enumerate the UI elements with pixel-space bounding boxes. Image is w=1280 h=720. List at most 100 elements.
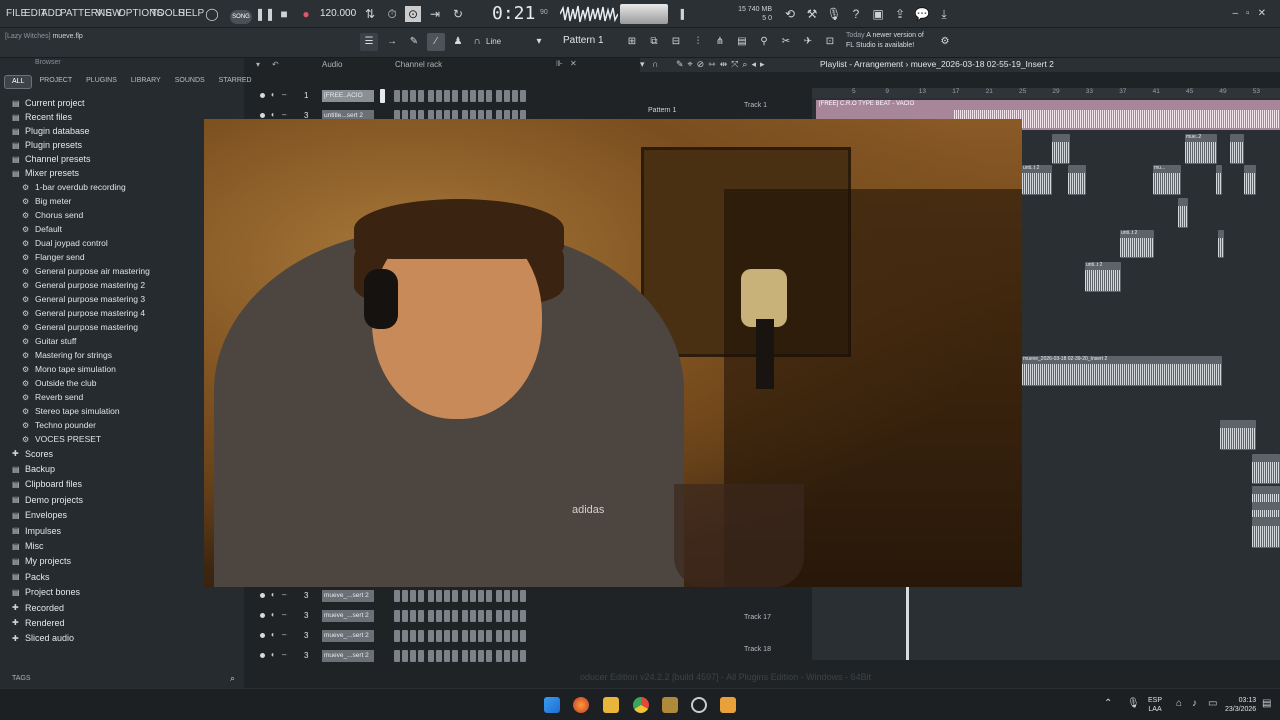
tab-library[interactable]: LIBRARY (124, 75, 168, 89)
timeline-ruler[interactable]: 5 9 13 17 21 25 29 33 37 41 45 49 53 (812, 88, 1280, 98)
step-button[interactable] (486, 90, 492, 102)
step-button[interactable] (496, 650, 502, 662)
step-button[interactable] (470, 90, 476, 102)
step-button[interactable] (496, 610, 502, 622)
audio-clip[interactable]: muе..2 (1185, 134, 1217, 164)
step-button[interactable] (402, 590, 408, 602)
audio-clip[interactable]: unti..t 2 (1022, 165, 1052, 195)
channel-vol-knob[interactable]: – (282, 630, 286, 639)
channel-row[interactable]: ◖ – 1 [FREE..ACIO (256, 89, 576, 103)
arrow-down-icon[interactable]: ▾ (640, 59, 645, 70)
track-17-label[interactable]: Track 17 (744, 614, 771, 621)
audio-clip[interactable] (1216, 165, 1222, 195)
channel-pan-knob[interactable]: ◖ (270, 630, 275, 639)
browser-folder[interactable]: ✚ Rendered (0, 615, 244, 630)
tab-plugins[interactable]: PLUGINS (79, 75, 124, 89)
export-icon[interactable]: ⇪ (892, 6, 908, 22)
step-button[interactable] (444, 590, 450, 602)
notification-icon[interactable]: ▤ (1262, 698, 1271, 709)
song-mode-toggle[interactable]: SONG (230, 10, 252, 24)
step-button[interactable] (496, 590, 502, 602)
channel-name-button[interactable]: mueve_...sert 2 (322, 590, 374, 602)
step-button[interactable] (418, 610, 424, 622)
channel-led[interactable] (260, 633, 265, 638)
step-button[interactable] (478, 650, 484, 662)
step-button[interactable] (428, 650, 434, 662)
step-button[interactable] (470, 610, 476, 622)
step-button[interactable] (478, 90, 484, 102)
step-button[interactable] (486, 590, 492, 602)
file-explorer-icon[interactable] (603, 697, 619, 713)
stamp-icon[interactable]: ♟ (449, 33, 467, 51)
step-button[interactable] (428, 590, 434, 602)
channel-number[interactable]: 3 (304, 611, 308, 620)
audio-clip[interactable] (1068, 165, 1086, 195)
step-button[interactable] (520, 650, 526, 662)
step-button[interactable] (452, 610, 458, 622)
step-button[interactable] (452, 90, 458, 102)
audio-clip[interactable] (1220, 420, 1256, 450)
channel-pan-knob[interactable]: ◖ (270, 650, 275, 659)
playlist-tools[interactable]: ✎⌖⊘⇿⇹⤧⌕◂▸ (676, 59, 769, 70)
track-1-label[interactable]: Track 1 (744, 102, 767, 109)
arrow-down-icon[interactable]: ▾ (256, 60, 260, 69)
pattern-song-icon[interactable]: ⇅ (362, 6, 378, 22)
audio-clip[interactable] (1218, 230, 1224, 258)
step-button[interactable] (496, 90, 502, 102)
audio-clip[interactable]: mu... (1153, 165, 1181, 195)
step-button[interactable] (444, 630, 450, 642)
channel-vol-knob[interactable]: – (282, 650, 286, 659)
channel-vol-knob[interactable]: – (282, 610, 286, 619)
step-button[interactable] (496, 630, 502, 642)
step-button[interactable] (394, 630, 400, 642)
tags-label[interactable]: TAGS (12, 675, 31, 682)
channel-number[interactable]: 1 (304, 91, 308, 100)
blend-icon[interactable]: ⇥ (427, 6, 443, 22)
fl-studio-icon[interactable] (662, 697, 678, 713)
channel-number[interactable]: 3 (304, 591, 308, 600)
battery-icon[interactable]: ▭ (1208, 698, 1217, 709)
channel-pan-knob[interactable]: ◖ (270, 90, 275, 99)
audio-clip[interactable]: unti..t 2 (1120, 230, 1154, 258)
metronome-icon[interactable]: ◯ (204, 6, 220, 22)
tools-icon[interactable]: ✂ (777, 33, 795, 51)
step-button[interactable] (520, 590, 526, 602)
audio-clip[interactable]: unti..t 2 (1085, 262, 1121, 292)
window-controls[interactable]: –▫✕ (1233, 8, 1275, 19)
channel-number[interactable]: 3 (304, 631, 308, 640)
chevron-down-icon[interactable]: ▾ (530, 33, 548, 51)
audio-clip[interactable] (1230, 134, 1244, 164)
step-button[interactable] (428, 630, 434, 642)
step-button[interactable] (418, 90, 424, 102)
mixer-view-icon[interactable]: ⋔ (711, 33, 729, 51)
cart-icon[interactable]: ⊡ (821, 33, 839, 51)
track-18-label[interactable]: Track 18 (744, 646, 771, 653)
channel-pan-knob[interactable]: ◖ (270, 110, 275, 119)
brush-icon[interactable]: ⁄ (427, 33, 445, 51)
step-button[interactable] (478, 610, 484, 622)
tab-project[interactable]: PROJECT (32, 75, 79, 89)
browser-folder[interactable]: ✚ Sliced audio (0, 631, 244, 646)
network-icon[interactable]: ⌂ (1176, 698, 1182, 709)
step-button[interactable] (512, 90, 518, 102)
channel-led[interactable] (260, 613, 265, 618)
step-button[interactable] (504, 650, 510, 662)
step-button[interactable] (410, 630, 416, 642)
channel-row[interactable]: ◖ – 3 mueve_...sert 2 (256, 629, 576, 643)
chevron-up-icon[interactable]: ⌃ (1104, 698, 1112, 709)
step-button[interactable] (520, 610, 526, 622)
language-indicator[interactable]: ESP LAA (1148, 696, 1162, 714)
channel-led[interactable] (260, 113, 265, 118)
step-button[interactable] (452, 650, 458, 662)
channel-vol-knob[interactable]: – (282, 90, 286, 99)
wait-icon[interactable]: ⏱ (384, 6, 400, 22)
microphone-tray-icon[interactable]: 🎙 (1127, 698, 1140, 709)
windows-start-icon[interactable] (544, 697, 560, 713)
step-button[interactable] (486, 630, 492, 642)
pattern-clone-icon[interactable]: ⊞ (623, 33, 641, 51)
channel-led[interactable] (260, 593, 265, 598)
step-button[interactable] (402, 630, 408, 642)
step-button[interactable] (512, 590, 518, 602)
arrangement-name[interactable]: mueve_2026-03-18 02-55-19_Insert 2 (911, 59, 1054, 69)
step-button[interactable] (486, 650, 492, 662)
